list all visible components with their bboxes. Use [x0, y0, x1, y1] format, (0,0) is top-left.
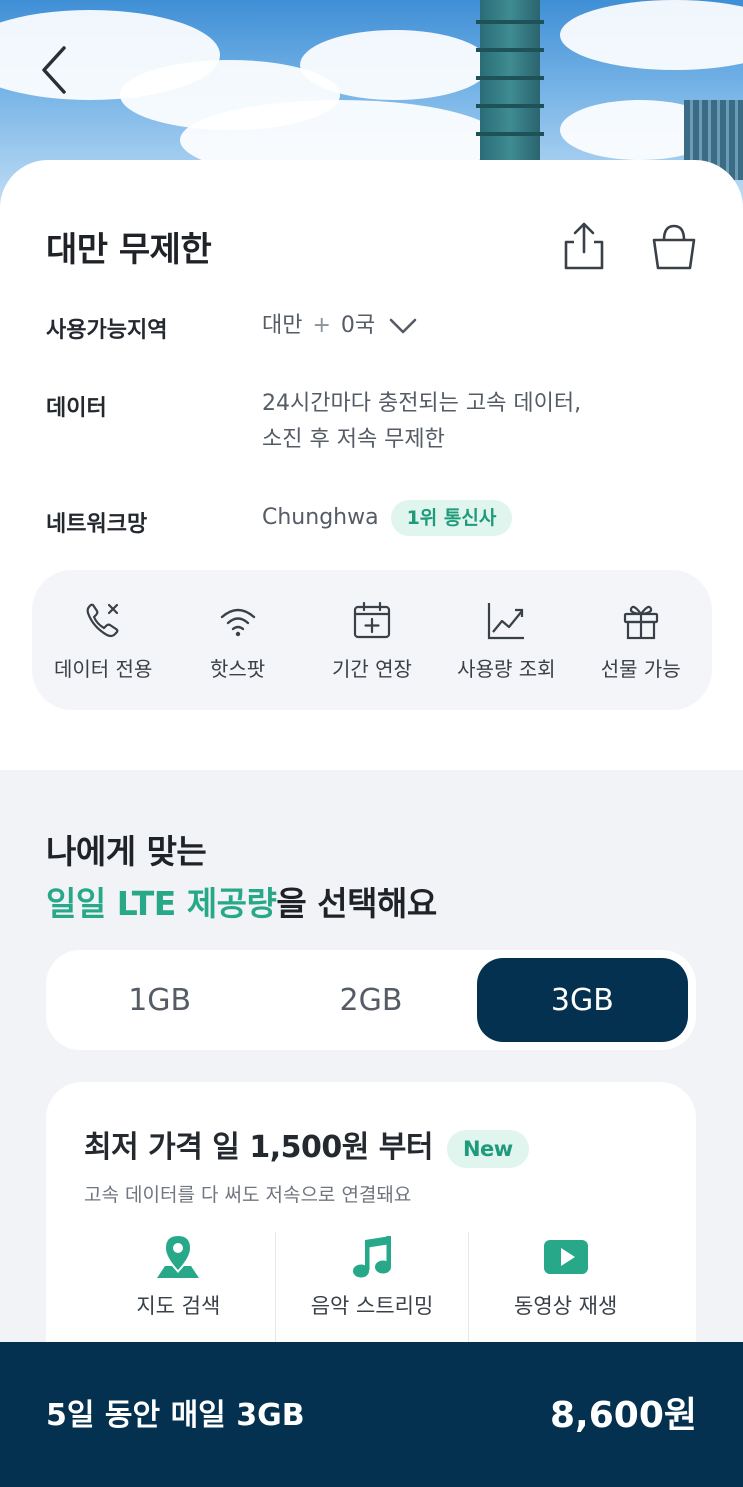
feature-gift: 선물 가능 [578, 599, 704, 682]
shopping-bag-icon [652, 224, 696, 270]
gift-icon [623, 605, 658, 639]
headline-line-1: 나에게 맞는 [46, 832, 207, 871]
headline-accent: 일일 LTE 제공량 [46, 884, 277, 923]
headline-rest: 을 선택해요 [276, 884, 437, 923]
music-icon [353, 1236, 391, 1278]
headline-line-2: 일일 LTE 제공량을 선택해요 [46, 878, 437, 930]
price-title: 최저 가격 일 1,500원 부터 [84, 1130, 433, 1165]
feature-hotspot: 핫스팟 [175, 599, 301, 682]
chevron-left-icon [42, 46, 66, 94]
plan-summary: 5일 동안 매일 3GB [46, 1398, 305, 1433]
page-title: 대만 무제한 [46, 230, 212, 270]
feature-label: 선물 가능 [600, 656, 681, 681]
map-pin-icon [157, 1236, 200, 1278]
use-case-map: 지도 검색 [82, 1232, 275, 1342]
price-card: 최저 가격 일 1,500원 부터 New 고속 데이터를 다 써도 저속으로 연… [46, 1082, 696, 1382]
data-amount-selector: 1GB 2GB 3GB [46, 950, 696, 1050]
data-label: 데이터 [46, 396, 107, 421]
feature-list: 데이터 전용 핫스팟 기간 연장 사용량 조회 선물 가능 [32, 570, 712, 710]
option-1gb[interactable]: 1GB [54, 958, 265, 1042]
share-button[interactable] [556, 218, 612, 274]
use-case-label: 음악 스트리밍 [310, 1294, 434, 1318]
option-2gb[interactable]: 2GB [265, 958, 476, 1042]
region-extra: 0국 [340, 313, 376, 338]
network-label: 네트워크망 [46, 512, 148, 537]
data-description: 24시간마다 충전되는 고속 데이터, 소진 후 저속 무제한 [262, 386, 581, 458]
back-button[interactable] [30, 40, 80, 100]
feature-label: 사용량 조회 [457, 656, 556, 681]
price-title-row: 최저 가격 일 1,500원 부터 New [84, 1122, 529, 1168]
region-value: 대만 [262, 313, 303, 338]
use-case-label: 지도 검색 [136, 1294, 221, 1318]
data-line-1: 24시간마다 충전되는 고속 데이터, [262, 391, 582, 416]
price-subtitle: 고속 데이터를 다 써도 저속으로 연결돼요 [84, 1184, 412, 1206]
chart-icon [488, 602, 525, 639]
region-selector[interactable]: 대만 +0국 [262, 308, 418, 344]
new-badge: New [446, 1129, 529, 1168]
feature-usage: 사용량 조회 [443, 599, 569, 682]
feature-extend: 기간 연장 [309, 599, 435, 682]
plan-headline: 나에게 맞는 일일 LTE 제공량을 선택해요 [46, 826, 437, 930]
video-play-icon [543, 1240, 588, 1274]
phone-off-icon [86, 603, 119, 637]
network-value: Chunghwa [262, 505, 379, 530]
network-value-row: Chunghwa 1위 통신사 [262, 500, 513, 536]
chevron-down-icon [389, 318, 417, 334]
data-line-2: 소진 후 저속 무제한 [262, 427, 445, 452]
use-case-list: 지도 검색 음악 스트리밍 동영상 재생 [82, 1232, 662, 1342]
purchase-bar[interactable]: 5일 동안 매일 3GB 8,600원 [0, 1342, 743, 1487]
cart-button[interactable] [646, 218, 702, 274]
option-3gb[interactable]: 3GB [476, 958, 688, 1042]
plus-sign: + [312, 313, 331, 338]
share-icon [564, 222, 604, 270]
feature-data-only: 데이터 전용 [40, 599, 166, 682]
region-label: 사용가능지역 [46, 318, 168, 343]
calendar-plus-icon [353, 601, 391, 638]
feature-label: 기간 연장 [331, 656, 412, 681]
network-badge: 1위 통신사 [390, 500, 513, 536]
feature-label: 핫스팟 [209, 656, 266, 681]
total-price: 8,600원 [550, 1395, 697, 1436]
use-case-video: 동영상 재생 [468, 1232, 662, 1342]
product-info-card: 대만 무제한 사용가능지역 대만 +0국 데이터 24시간마다 충전되는 고속 데… [0, 160, 743, 770]
wifi-icon [220, 608, 255, 636]
feature-label: 데이터 전용 [54, 656, 153, 681]
use-case-music: 음악 스트리밍 [274, 1232, 469, 1342]
use-case-label: 동영상 재생 [514, 1294, 618, 1318]
tower-image [476, 0, 544, 170]
